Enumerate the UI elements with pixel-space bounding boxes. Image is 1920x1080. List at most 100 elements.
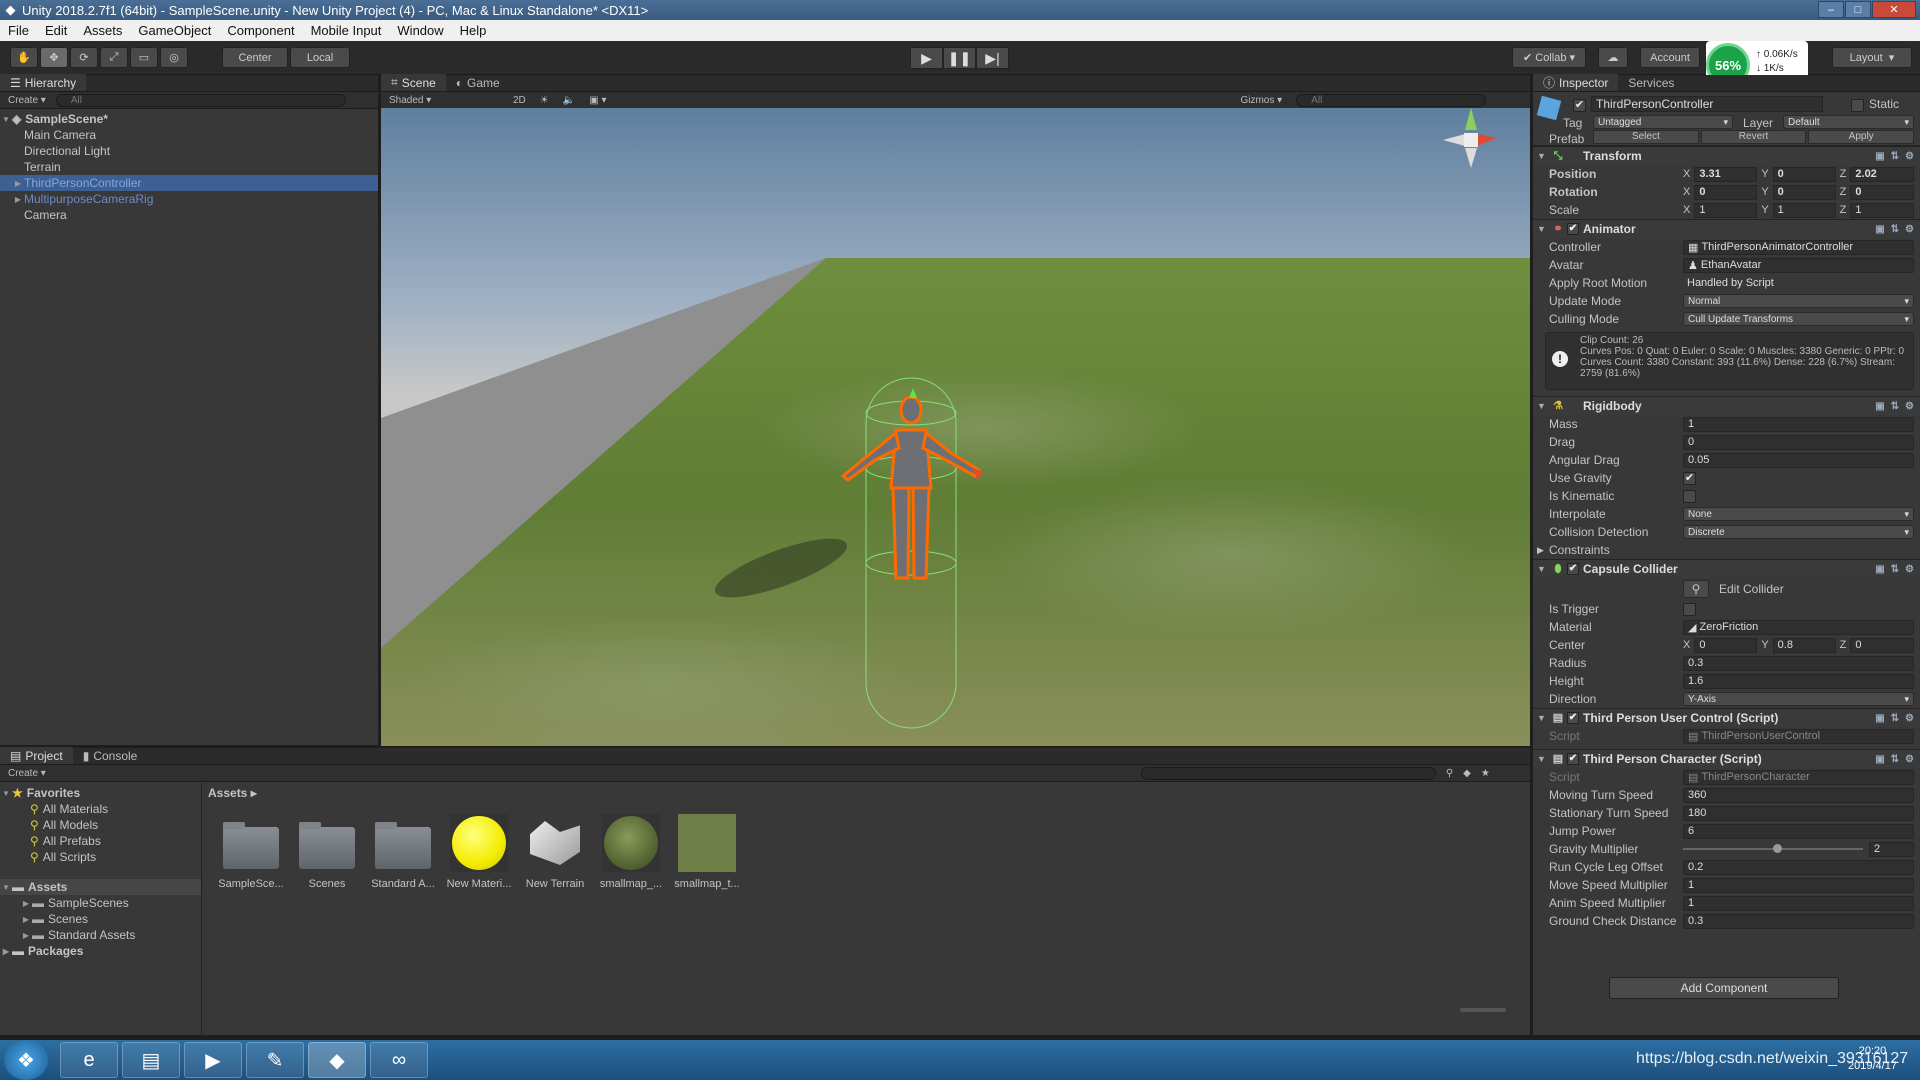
preset-icon[interactable]: ⇅ — [1891, 151, 1899, 162]
expand-arrow-icon[interactable]: ▶ — [12, 179, 24, 188]
pivot-local-button[interactable]: Local — [290, 47, 350, 68]
center-z-field[interactable]: 0 — [1850, 637, 1914, 653]
rotate-tool-icon[interactable]: ⟳ — [70, 47, 98, 68]
preset-icon[interactable]: ⇅ — [1891, 754, 1899, 765]
hand-tool-icon[interactable]: ✋ — [10, 47, 38, 68]
prefab-select-button[interactable]: Select — [1593, 130, 1699, 144]
hierarchy-item[interactable]: Directional Light — [0, 143, 378, 159]
help-icon[interactable]: ▣ — [1875, 713, 1884, 724]
constraints-row[interactable]: ▶ Constraints — [1533, 541, 1920, 559]
center-y-field[interactable]: 0.8 — [1772, 637, 1836, 653]
fold-arrow-icon[interactable]: ▼ — [1537, 754, 1546, 764]
menu-gameobject[interactable]: GameObject — [130, 23, 219, 38]
notepad-icon[interactable]: ✎ — [246, 1042, 304, 1078]
is-trigger-checkbox[interactable] — [1683, 602, 1696, 616]
step-icon[interactable]: ▶| — [976, 47, 1009, 69]
character-field-value[interactable]: 1 — [1683, 877, 1914, 893]
fold-arrow-icon[interactable]: ▼ — [1537, 713, 1546, 723]
preset-icon[interactable]: ⇅ — [1891, 564, 1899, 575]
position-y-field[interactable]: 0 — [1772, 166, 1836, 182]
use-gravity-checkbox[interactable]: ✔ — [1683, 471, 1696, 485]
pause-icon[interactable]: ❚❚ — [943, 47, 976, 69]
expand-arrow-icon[interactable]: ▼ — [0, 789, 12, 798]
asset-folder-item[interactable]: ▶ ▬ Scenes — [0, 911, 201, 927]
expand-arrow-icon[interactable]: ▶ — [20, 931, 32, 940]
rotation-y-field[interactable]: 0 — [1772, 184, 1836, 200]
character-field-value[interactable]: 6 — [1683, 823, 1914, 839]
asset-item[interactable]: New Materi... — [446, 814, 512, 890]
capsule-collider-header[interactable]: ▼ ⬮ ✔ Capsule Collider ▣ ⇅ ⚙ — [1533, 559, 1920, 578]
move-tool-icon[interactable]: ✥ — [40, 47, 68, 68]
hierarchy-item[interactable]: ▶ MultipurposeCameraRig — [0, 191, 378, 207]
help-icon[interactable]: ▣ — [1875, 224, 1884, 235]
cloud-icon[interactable]: ☁ — [1598, 47, 1628, 68]
expand-arrow-icon[interactable]: ▼ — [0, 115, 12, 124]
capsule-enabled-checkbox[interactable]: ✔ — [1567, 563, 1579, 575]
rotation-z-field[interactable]: 0 — [1850, 184, 1914, 200]
close-button[interactable]: ✕ — [1872, 1, 1916, 18]
layer-dropdown[interactable]: Default — [1783, 115, 1914, 129]
scale-x-field[interactable]: 1 — [1694, 202, 1758, 218]
favorite-item[interactable]: ⚲ All Scripts — [0, 849, 201, 865]
visual-studio-icon[interactable]: ∞ — [370, 1042, 428, 1078]
scene-root[interactable]: ▼ ◈ SampleScene* — [0, 111, 378, 127]
prefab-revert-button[interactable]: Revert — [1700, 130, 1807, 144]
scene-viewport[interactable] — [381, 108, 1530, 746]
preset-icon[interactable]: ⇅ — [1891, 224, 1899, 235]
animator-enabled-checkbox[interactable]: ✔ — [1567, 223, 1579, 235]
expand-arrow-icon[interactable]: ▶ — [12, 195, 24, 204]
gear-icon[interactable]: ⚙ — [1905, 224, 1914, 235]
expand-arrow-icon[interactable]: ▼ — [0, 883, 12, 892]
culling-mode-dropdown[interactable]: Cull Update Transforms — [1683, 312, 1914, 326]
interpolate-dropdown[interactable]: None — [1683, 507, 1914, 521]
hierarchy-item[interactable]: ▶ ThirdPersonController — [0, 175, 378, 191]
unity-taskbar-icon[interactable]: ◆ — [308, 1042, 366, 1078]
transform-header[interactable]: ▼ ⤡ Transform ▣ ⇅ ⚙ — [1533, 146, 1920, 165]
preset-icon[interactable]: ⇅ — [1891, 713, 1899, 724]
expand-arrow-icon[interactable]: ▶ — [20, 915, 32, 924]
asset-item[interactable]: New Terrain — [522, 814, 588, 890]
transform-tool-icon[interactable]: ◎ — [160, 47, 188, 68]
asset-folder-item[interactable]: ▶ ▬ Standard Assets — [0, 927, 201, 943]
asset-item[interactable]: smallmap_t... — [674, 814, 740, 890]
menu-help[interactable]: Help — [452, 23, 495, 38]
tab-services[interactable]: Services — [1618, 74, 1684, 91]
lighting-toggle-icon[interactable]: ☀ — [540, 95, 549, 106]
edit-collider-icon[interactable]: ⚲ — [1683, 580, 1709, 598]
asset-item[interactable]: SampleSce... — [218, 814, 284, 890]
tab-hierarchy[interactable]: ☰ Hierarchy — [0, 74, 87, 91]
favorite-item[interactable]: ⚲ All Prefabs — [0, 833, 201, 849]
asset-item[interactable]: Standard A... — [370, 814, 436, 890]
account-button[interactable]: Account — [1640, 47, 1700, 68]
menu-mobile-input[interactable]: Mobile Input — [303, 23, 390, 38]
help-icon[interactable]: ▣ — [1875, 401, 1884, 412]
drag-field[interactable]: 0 — [1683, 434, 1914, 450]
tab-game[interactable]: ◐ Game — [446, 74, 510, 91]
radius-field[interactable]: 0.3 — [1683, 655, 1914, 671]
tab-console[interactable]: ▮ Console — [73, 747, 148, 764]
help-icon[interactable]: ▣ — [1875, 754, 1884, 765]
character-field-value[interactable]: 360 — [1683, 787, 1914, 803]
rigidbody-header[interactable]: ▼ ⚗ Rigidbody ▣ ⇅ ⚙ — [1533, 396, 1920, 415]
menu-file[interactable]: File — [0, 23, 37, 38]
gravity-multiplier-field[interactable]: 2 — [1869, 841, 1914, 857]
is-kinematic-checkbox[interactable] — [1683, 489, 1696, 503]
animator-header[interactable]: ▼ ⚭ ✔ Animator ▣ ⇅ ⚙ — [1533, 219, 1920, 238]
filter-label-icon[interactable]: ◆ — [1463, 768, 1471, 779]
fold-arrow-icon[interactable]: ▼ — [1537, 401, 1546, 411]
menu-assets[interactable]: Assets — [75, 23, 130, 38]
character-field-value[interactable]: 1 — [1683, 895, 1914, 911]
user-control-enabled-checkbox[interactable]: ✔ — [1567, 712, 1579, 724]
scene-search-input[interactable]: All — [1296, 93, 1487, 107]
fold-arrow-icon[interactable]: ▶ — [1537, 545, 1544, 556]
thumbnail-size-slider[interactable] — [1460, 1008, 1506, 1012]
tab-scene[interactable]: ⌗ Scene — [381, 74, 446, 91]
slider-handle[interactable] — [1773, 844, 1782, 853]
menu-window[interactable]: Window — [389, 23, 451, 38]
mass-field[interactable]: 1 — [1683, 416, 1914, 432]
scale-tool-icon[interactable]: ⤢ — [100, 47, 128, 68]
start-button-icon[interactable]: ❖ — [4, 1040, 48, 1080]
gear-icon[interactable]: ⚙ — [1905, 401, 1914, 412]
favorites-row[interactable]: ▼ ★ Favorites — [0, 785, 201, 801]
preset-icon[interactable]: ⇅ — [1891, 401, 1899, 412]
